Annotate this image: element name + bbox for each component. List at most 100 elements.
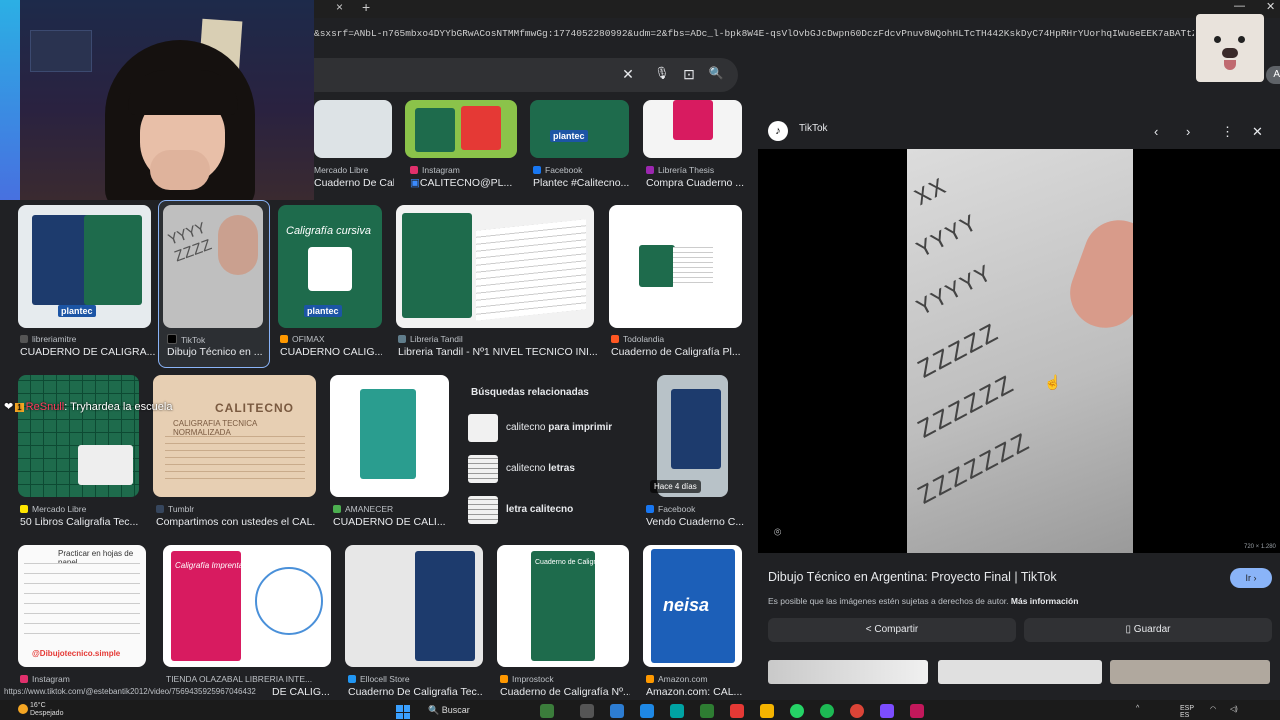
taskbar-app-icon[interactable]: [730, 704, 744, 718]
share-button[interactable]: < Compartir: [768, 618, 1016, 642]
related-thumb[interactable]: [1110, 660, 1270, 684]
minimize-icon[interactable]: —: [1234, 0, 1245, 12]
panel-source[interactable]: TikTok: [799, 123, 828, 134]
source-label: Tumblr: [156, 504, 194, 514]
image-tile[interactable]: neisa: [643, 545, 742, 667]
result-title[interactable]: Cuaderno de Caligrafía Pl...: [611, 346, 746, 358]
source-label: TIENDA OLAZABAL LIBRERIA INTE...: [166, 674, 313, 684]
bookmark-icon: ▯: [1125, 624, 1134, 635]
weather-widget[interactable]: 16°C Despejado: [30, 702, 63, 718]
source-label: Amazon.com: [646, 674, 708, 684]
webcam-overlay: [0, 0, 314, 200]
image-tile[interactable]: [330, 375, 449, 497]
taskbar-app-icon[interactable]: [540, 704, 554, 718]
lens-icon[interactable]: ⌾: [774, 525, 781, 540]
image-tile[interactable]: [18, 375, 139, 497]
language-indicator[interactable]: ESP ES: [1180, 705, 1194, 719]
wifi-icon[interactable]: ◠: [1210, 705, 1216, 713]
image-tile[interactable]: [609, 205, 742, 328]
previous-icon[interactable]: ‹: [1154, 124, 1158, 139]
taskbar-app-icon[interactable]: [670, 704, 684, 718]
image-resolution: 720 × 1.280: [1244, 544, 1276, 550]
visit-button[interactable]: Ir ›: [1230, 568, 1272, 588]
copyright-note: Es posible que las imágenes estén sujeta…: [768, 596, 1079, 606]
result-title[interactable]: CUADERNO CALIG...: [280, 346, 382, 358]
image-tile[interactable]: [396, 205, 594, 328]
image-tile[interactable]: Caligrafía cursiva plantec: [278, 205, 382, 328]
volume-icon[interactable]: ◁): [1230, 705, 1238, 713]
result-title[interactable]: 50 Libros Caligrafia Tec...: [20, 516, 140, 528]
result-title[interactable]: Vendo Cuaderno C...: [646, 516, 746, 528]
lens-search-icon[interactable]: ⊡: [680, 66, 698, 83]
taskbar-app-icon[interactable]: [790, 704, 804, 718]
result-title[interactable]: Amazon.com: CAL...: [646, 686, 742, 698]
image-tile[interactable]: [657, 375, 728, 497]
source-label: Todolandia: [611, 334, 664, 344]
image-tile[interactable]: [405, 100, 517, 158]
image-tile[interactable]: Cuaderno de Caligrafía Nº1: [497, 545, 629, 667]
image-tile[interactable]: plantec: [530, 100, 629, 158]
taskbar-app-icon[interactable]: [880, 704, 894, 718]
image-tile[interactable]: [314, 100, 392, 158]
more-options-icon[interactable]: ⋮: [1221, 124, 1234, 140]
taskbar-app-icon[interactable]: [850, 704, 864, 718]
source-label: AMANECER: [333, 504, 393, 514]
result-title[interactable]: CUADERNO DE CALIGRA...: [20, 346, 155, 358]
taskbar-search[interactable]: 🔍 Buscar: [428, 705, 470, 716]
account-avatar[interactable]: A: [1266, 66, 1280, 84]
result-title[interactable]: CUADERNO DE CALI...: [333, 516, 445, 528]
result-title[interactable]: Compra Cuaderno ...: [646, 177, 746, 189]
new-tab-icon[interactable]: +: [362, 0, 370, 15]
image-tile[interactable]: CALITECNO CALIGRAFIA TECNICA NORMALIZADA: [153, 375, 316, 497]
tab-close-icon[interactable]: ×: [336, 0, 343, 14]
image-tile[interactable]: plantec: [18, 205, 151, 328]
taskbar-app-icon[interactable]: [610, 704, 624, 718]
taskbar-app-icon[interactable]: [580, 704, 594, 718]
clear-search-icon[interactable]: ✕: [619, 66, 637, 83]
related-thumb[interactable]: [768, 660, 928, 684]
more-info-link[interactable]: Más información: [1011, 596, 1079, 606]
source-label: libreriamitre: [20, 334, 76, 344]
next-icon[interactable]: ›: [1186, 124, 1190, 139]
source-label: Improstock: [500, 674, 554, 684]
save-button[interactable]: ▯ Guardar: [1024, 618, 1272, 642]
close-window-icon[interactable]: ✕: [1266, 0, 1275, 13]
related-search-item[interactable]: calitecno para imprimir: [468, 414, 628, 444]
result-title[interactable]: Dibujo Técnico en ...: [167, 346, 263, 358]
taskbar-app-icon[interactable]: [760, 704, 774, 718]
preview-image[interactable]: XX YYYY YYYYY ZZZZZ ZZZZZZ ZZZZZZZ: [907, 149, 1133, 553]
dog-webcam-overlay: [1196, 14, 1264, 82]
taskbar-app-icon[interactable]: [700, 704, 714, 718]
close-panel-icon[interactable]: ✕: [1252, 124, 1263, 140]
windows-start-icon[interactable]: [396, 705, 410, 719]
taskbar-app-icon[interactable]: [820, 704, 834, 718]
image-tile[interactable]: Practicar en hojas de papel @Dibujotecni…: [18, 545, 146, 667]
source-label: Mercado Libre: [314, 165, 369, 175]
voice-search-icon[interactable]: 🎙: [653, 66, 671, 80]
preview-title[interactable]: Dibujo Técnico en Argentina: Proyecto Fi…: [768, 570, 1057, 584]
result-title[interactable]: Libreria Tandil - Nº1 NIVEL TECNICO INI.…: [398, 346, 598, 358]
taskbar-app-icon[interactable]: [640, 704, 654, 718]
tray-expand-icon[interactable]: ^: [1136, 705, 1139, 712]
image-tile[interactable]: Caligrafía Imprenta: [163, 545, 331, 667]
source-label: Instagram: [410, 165, 460, 175]
image-tile-selected[interactable]: YYYY ZZZZ: [163, 205, 263, 328]
related-thumb[interactable]: [938, 660, 1102, 684]
result-title[interactable]: DE CALIG...: [272, 686, 332, 698]
search-icon[interactable]: 🔍: [707, 66, 725, 80]
related-search-item[interactable]: calitecno letras: [468, 455, 628, 485]
result-title[interactable]: ▣CALITECNO@PL...: [410, 177, 520, 189]
image-tile[interactable]: [643, 100, 742, 158]
taskbar-app-icon[interactable]: [910, 704, 924, 718]
search-input[interactable]: [314, 58, 738, 92]
image-tile[interactable]: [345, 545, 483, 667]
result-title[interactable]: Cuaderno De Calig...: [314, 177, 394, 189]
source-label: TikTok: [167, 334, 205, 345]
related-search-item[interactable]: letra calitecno: [468, 496, 628, 526]
address-bar[interactable]: &sxsrf=ANbL-n765mbxo4DYYbGRwACosNTMMfmwG…: [314, 24, 1194, 44]
date-badge: Hace 4 días: [650, 480, 701, 493]
result-title[interactable]: Plantec #Calitecno...: [533, 177, 633, 189]
result-title[interactable]: Cuaderno de Caligrafía Nº...: [500, 686, 630, 698]
result-title[interactable]: Cuaderno De Caligrafia Tec...: [348, 686, 483, 698]
result-title[interactable]: Compartimos con ustedes el CAL...: [156, 516, 316, 528]
